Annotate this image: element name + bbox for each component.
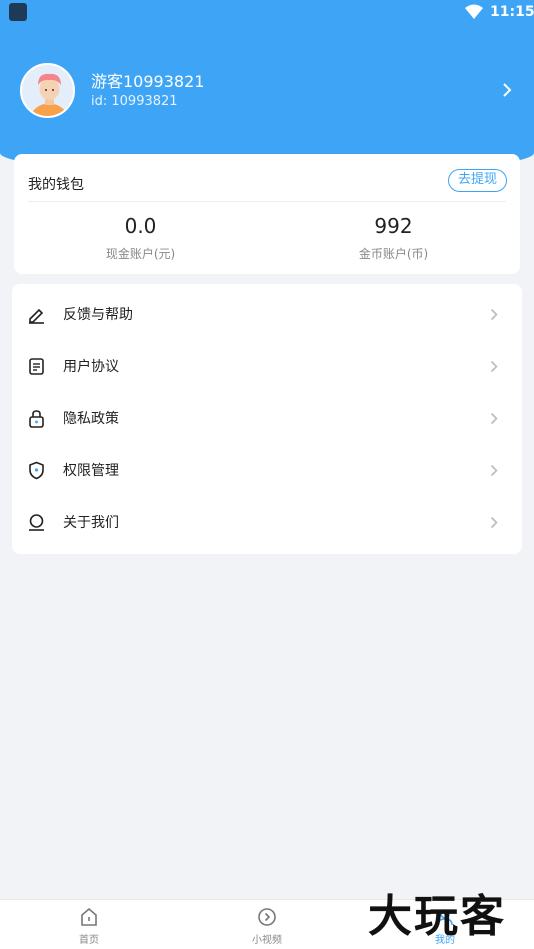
settings-menu: 反馈与帮助 用户协议 隐私政策 权限管理 关于我们 [12,284,522,554]
profile-row[interactable]: 游客10993821 id: 10993821 [20,63,520,121]
coin-balance: 992 [374,214,413,238]
status-time: 11:15 [490,4,534,20]
chevron-right-icon[interactable] [500,81,514,99]
cash-account[interactable]: 0.0 现金账户(元) [14,212,267,262]
nav-tab-label: 小视频 [252,935,282,946]
user-icon [29,514,44,531]
avatar-image [22,65,73,116]
menu-item-label: 用户协议 [63,359,119,375]
wallet-card: 我的钱包 去提现 0.0 现金账户(元) 992 金币账户(币) [14,154,520,274]
menu-item-label: 权限管理 [63,463,119,479]
play-circle-icon [258,908,276,926]
menu-item-permissions[interactable]: 权限管理 [12,444,522,496]
watermark-logo: 大玩客 [368,891,506,942]
avatar[interactable] [20,63,75,118]
header-banner: 11:15 游客10993821 id: 10993821 [0,0,534,175]
coin-account[interactable]: 992 金币账户(币) [267,212,520,262]
menu-item-feedback[interactable]: 反馈与帮助 [12,288,522,340]
withdraw-button[interactable]: 去提现 [447,169,507,192]
status-bar: 11:15 [0,0,534,26]
nav-tab-short-video[interactable]: 小视频 [178,900,356,949]
home-icon [81,907,97,926]
coin-account-label: 金币账户(币) [358,247,429,261]
menu-item-privacy-policy[interactable]: 隐私政策 [12,392,522,444]
chevron-right-icon [490,360,498,373]
menu-item-label: 隐私政策 [63,411,119,427]
document-icon [29,358,44,375]
wallet-title: 我的钱包 [28,177,84,193]
menu-item-user-agreement[interactable]: 用户协议 [12,340,522,392]
profile-username: 游客10993821 [91,72,205,91]
chevron-right-icon [490,412,498,425]
profile-user-id: id: 10993821 [91,94,178,109]
menu-item-about-us[interactable]: 关于我们 [12,496,522,548]
app-notification-icon [9,3,27,21]
lock-icon [29,410,44,428]
nav-tab-label: 首页 [79,935,99,946]
cash-account-label: 现金账户(元) [105,247,176,261]
chevron-right-icon [490,464,498,477]
menu-item-label: 反馈与帮助 [63,307,133,323]
divider [28,201,506,202]
chevron-right-icon [490,516,498,529]
nav-tab-home[interactable]: 首页 [0,900,178,949]
wifi-icon [465,4,483,19]
cash-balance: 0.0 [124,214,157,238]
chevron-right-icon [490,308,498,321]
shield-icon [29,461,44,480]
menu-item-label: 关于我们 [63,515,119,531]
edit-icon [29,308,44,324]
